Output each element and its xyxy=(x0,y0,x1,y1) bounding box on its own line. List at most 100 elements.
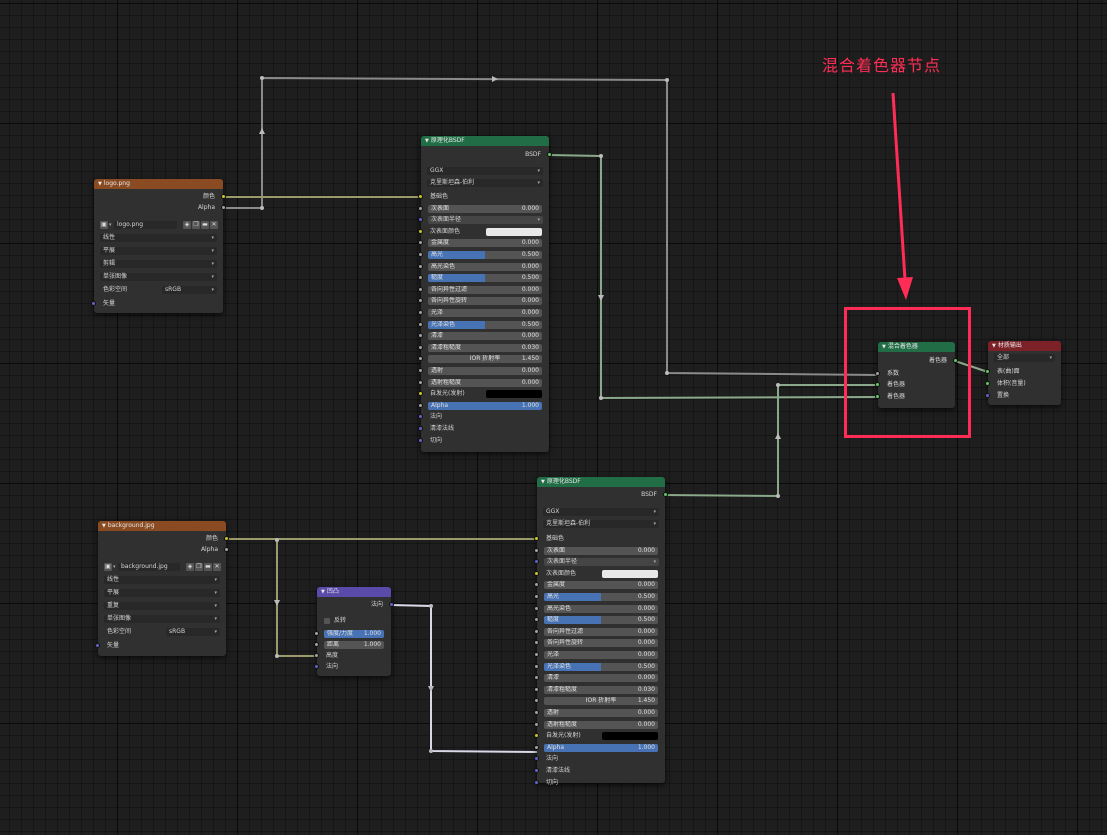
distribution-dropdown[interactable]: GGX ▾ xyxy=(427,167,543,175)
input-socket[interactable] xyxy=(534,686,539,692)
output-bsdf-socket[interactable] xyxy=(547,152,552,157)
projection-dropdown[interactable]: 平展 ▾ xyxy=(104,589,220,597)
colorspace-dropdown[interactable]: sRGB ▾ xyxy=(166,628,220,636)
input-socket[interactable] xyxy=(534,675,539,681)
param-slider[interactable]: 光泽染色 0.500 xyxy=(428,320,542,329)
image-texture-node-logo[interactable]: ▼ logo.png 颜色 Alpha ▣ ▾ logo.png ◈ ❐ ▬ ✕ 线… xyxy=(91,179,226,313)
output-alpha-socket[interactable] xyxy=(224,547,229,552)
node-header[interactable]: ▼ 原理化BSDF xyxy=(537,477,665,487)
param-dropdown[interactable]: 次表面半径 ▾ xyxy=(544,558,659,567)
output-color-socket[interactable] xyxy=(221,194,226,199)
param-slider[interactable]: 清漆粗糙度 0.030 xyxy=(428,343,542,352)
input-normal-socket[interactable] xyxy=(314,664,319,669)
input-socket[interactable] xyxy=(534,779,539,785)
duplicate-icon[interactable]: ❐ xyxy=(195,563,203,571)
input-socket[interactable] xyxy=(534,756,539,762)
param-slider[interactable]: 透射粗糙度 0.000 xyxy=(428,378,542,387)
fake-user-shield-icon[interactable]: ◈ xyxy=(186,563,194,571)
param-slider[interactable]: 透射 0.000 xyxy=(544,709,658,717)
input-socket[interactable] xyxy=(418,252,423,257)
input-surface-socket[interactable] xyxy=(985,369,990,374)
input-socket[interactable] xyxy=(534,698,539,704)
input-socket[interactable] xyxy=(418,321,423,327)
image-icon[interactable]: ▣ xyxy=(100,221,108,229)
input-socket[interactable] xyxy=(534,710,539,715)
input-socket[interactable] xyxy=(534,559,539,565)
input-socket[interactable] xyxy=(534,652,539,657)
input-socket[interactable] xyxy=(418,286,423,292)
duplicate-icon[interactable]: ❐ xyxy=(192,221,200,229)
input-vector-socket[interactable] xyxy=(91,301,96,306)
param-slider[interactable]: 清漆 0.000 xyxy=(428,332,542,341)
param-slider[interactable]: 糙度 0.500 xyxy=(544,616,658,625)
principled-bsdf-node-top[interactable]: ▼ 原理化BSDF BSDF GGX ▾ 克里斯坦森-伯利 ▾ 基础色 次表面 0.000… xyxy=(418,136,552,452)
param-slider[interactable]: 各向异性过滤 0.000 xyxy=(544,627,658,636)
input-socket[interactable] xyxy=(418,391,423,397)
principled-bsdf-node-bottom[interactable]: ▼ 原理化BSDF BSDF GGX ▾ 克里斯坦森-伯利 ▾ 基础色 次表面 0.000… xyxy=(534,477,668,786)
input-socket[interactable] xyxy=(418,414,423,420)
projection-dropdown[interactable]: 平展 ▾ xyxy=(100,247,217,255)
param-slider[interactable]: 透射粗糙度 0.000 xyxy=(544,720,658,729)
folder-icon[interactable]: ▬ xyxy=(204,563,212,571)
target-dropdown[interactable]: 全部 ▾ xyxy=(994,354,1055,362)
input-socket[interactable] xyxy=(534,582,539,588)
interpolation-dropdown[interactable]: 线性 ▾ xyxy=(100,234,217,242)
param-slider[interactable]: 光泽 0.000 xyxy=(544,651,658,659)
strength-slider[interactable]: 强度/力度 1.000 xyxy=(324,630,384,638)
input-socket[interactable] xyxy=(418,310,423,315)
extension-dropdown[interactable]: 剪辑 ▾ xyxy=(100,260,217,268)
input-socket[interactable] xyxy=(418,205,423,211)
param-slider[interactable]: 金属度 0.000 xyxy=(544,581,658,590)
param-slider[interactable]: 各向异性旋转 0.000 xyxy=(428,297,542,306)
color-swatch[interactable] xyxy=(602,569,658,578)
image-selector[interactable]: ▣ ▾ logo.png ◈ ❐ ▬ ✕ xyxy=(100,220,218,230)
node-header[interactable]: ▼ 原理化BSDF xyxy=(421,136,549,146)
input-socket[interactable] xyxy=(534,628,539,634)
param-slider[interactable]: 金属度 0.000 xyxy=(428,239,542,248)
collapse-icon[interactable]: ▼ xyxy=(98,181,102,187)
input-socket[interactable] xyxy=(418,275,423,281)
param-slider[interactable]: IOR 折射率 1.450 xyxy=(544,697,658,706)
input-distance-socket[interactable] xyxy=(314,642,319,647)
input-shader2-socket[interactable] xyxy=(875,394,880,399)
input-socket[interactable] xyxy=(418,368,423,373)
extension-dropdown[interactable]: 重复 ▾ xyxy=(104,602,220,610)
subsurface-method-dropdown[interactable]: 克里斯坦森-伯利 ▾ xyxy=(543,520,659,528)
color-swatch[interactable] xyxy=(602,732,658,741)
color-swatch[interactable] xyxy=(486,390,542,399)
param-slider[interactable]: 高光 0.500 xyxy=(428,251,542,259)
collapse-icon[interactable]: ▼ xyxy=(425,138,429,144)
collapse-icon[interactable]: ▼ xyxy=(541,479,545,485)
param-slider[interactable]: 透射 0.000 xyxy=(428,367,542,375)
output-normal-socket[interactable] xyxy=(389,602,394,607)
input-socket[interactable] xyxy=(418,298,423,304)
param-slider[interactable]: 光泽 0.000 xyxy=(428,309,542,317)
fake-user-shield-icon[interactable]: ◈ xyxy=(183,221,191,229)
input-shader1-socket[interactable] xyxy=(875,382,880,387)
input-height-socket[interactable] xyxy=(314,653,319,658)
collapse-icon[interactable]: ▼ xyxy=(102,523,106,529)
param-slider[interactable]: 糙度 0.500 xyxy=(428,274,542,283)
output-color-socket[interactable] xyxy=(224,536,229,541)
param-slider[interactable]: Alpha 1.000 xyxy=(544,743,658,752)
input-socket[interactable] xyxy=(418,402,423,408)
node-header[interactable]: ▼ logo.png xyxy=(94,179,223,189)
input-socket[interactable] xyxy=(418,437,423,443)
input-socket[interactable] xyxy=(418,194,423,199)
colorspace-dropdown[interactable]: sRGB ▾ xyxy=(162,286,217,294)
param-dropdown[interactable]: 次表面半径 ▾ xyxy=(428,216,543,225)
param-slider[interactable]: 清漆粗糙度 0.030 xyxy=(544,685,658,694)
param-slider[interactable]: 各向异性旋转 0.000 xyxy=(544,639,658,648)
input-socket[interactable] xyxy=(534,605,539,611)
input-volume-socket[interactable] xyxy=(985,381,990,386)
output-alpha-socket[interactable] xyxy=(221,205,226,210)
image-texture-node-background[interactable]: ▼ background.jpg 颜色 Alpha ▣ ▾ background.j… xyxy=(95,521,229,656)
input-socket[interactable] xyxy=(534,744,539,750)
close-icon[interactable]: ✕ xyxy=(213,563,221,571)
image-selector[interactable]: ▣ ▾ background.jpg ◈ ❐ ▬ ✕ xyxy=(104,562,221,572)
input-socket[interactable] xyxy=(534,640,539,646)
close-icon[interactable]: ✕ xyxy=(210,221,218,229)
image-name-field[interactable]: background.jpg xyxy=(118,563,180,571)
input-socket[interactable] xyxy=(418,263,423,269)
input-socket[interactable] xyxy=(534,617,539,623)
